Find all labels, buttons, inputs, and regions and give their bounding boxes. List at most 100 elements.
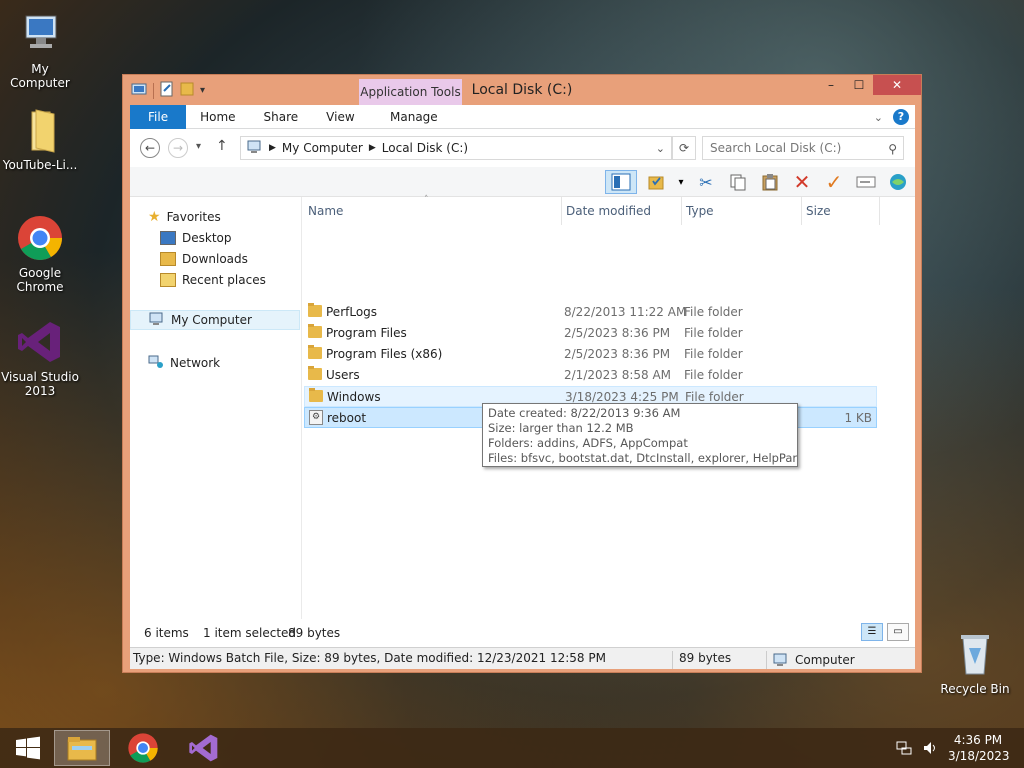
file-size: 1 KB <box>844 411 872 425</box>
system-tray: 4:36 PM 3/18/2023 <box>824 728 1024 768</box>
start-button[interactable] <box>0 730 56 766</box>
back-button[interactable]: ← <box>140 138 160 158</box>
tab-share[interactable]: Share <box>250 105 313 129</box>
address-box[interactable]: ▶ My Computer ▶ Local Disk (C:) ⌄ <box>240 136 672 160</box>
desktop-icon-youtube-folder[interactable]: YouTube-Li... <box>0 106 80 172</box>
expand-ribbon-chevron-icon[interactable]: ⌄ <box>874 111 883 124</box>
rename-icon[interactable] <box>853 170 879 194</box>
copy-icon[interactable] <box>725 170 751 194</box>
address-dropdown-icon[interactable]: ⌄ <box>656 142 665 155</box>
maximize-button[interactable]: ☐ <box>845 75 873 95</box>
nav-favorites[interactable]: ★ Favorites <box>148 207 221 227</box>
large-icons-view-icon[interactable]: ▭ <box>887 623 909 641</box>
file-date: 2/5/2023 8:36 PM <box>564 347 671 361</box>
folder-icon <box>308 324 322 338</box>
file-list-pane: ˄ Name Date modified Type Size PerfLogs … <box>304 195 915 619</box>
nav-downloads[interactable]: Downloads <box>160 249 248 269</box>
clock[interactable]: 4:36 PM 3/18/2023 <box>948 732 1010 764</box>
status-bar: 6 items 1 item selected 89 bytes ☰ ▭ <box>130 619 915 647</box>
properties-checkmark-folder-icon[interactable] <box>643 170 669 194</box>
tab-home[interactable]: Home <box>186 105 249 129</box>
window-title: Local Disk (C:) <box>471 82 573 98</box>
nav-my-computer[interactable]: My Computer <box>130 310 300 330</box>
column-header-size[interactable]: Size <box>802 197 880 225</box>
nav-desktop[interactable]: Desktop <box>160 228 232 248</box>
folder-icon <box>308 303 322 317</box>
taskbar-file-explorer[interactable] <box>54 730 110 766</box>
command-toolbar: ▾ ✂ ✕ ✓ <box>130 167 915 197</box>
ribbon-right-controls: ⌄ ? <box>874 109 909 125</box>
forward-button[interactable]: → <box>168 138 188 158</box>
title-bar[interactable]: ▾ Application Tools Local Disk (C:) – ☐ … <box>123 75 921 105</box>
refresh-button[interactable]: ⟳ <box>672 136 696 160</box>
location-label: Computer <box>795 653 855 667</box>
explorer-window[interactable]: ▾ Application Tools Local Disk (C:) – ☐ … <box>122 74 922 673</box>
file-name: PerfLogs <box>326 305 378 319</box>
computer-small-icon <box>247 140 263 157</box>
desktop-icon-label: Recycle Bin <box>940 682 1010 696</box>
ribbon-tabs: File Home Share View Manage ⌄ ? <box>130 104 915 129</box>
globe-icon[interactable] <box>885 170 911 194</box>
file-row[interactable]: Program Files 2/5/2023 8:36 PM File fold… <box>304 323 877 344</box>
breadcrumb-separator-icon[interactable]: ▶ <box>369 143 376 153</box>
file-type: File folder <box>684 347 743 361</box>
file-row[interactable]: PerfLogs 8/22/2013 11:22 AM File folder <box>304 302 877 323</box>
breadcrumb-local-disk[interactable]: Local Disk (C:) <box>382 141 468 155</box>
breadcrumb-separator-icon[interactable]: ▶ <box>269 143 276 153</box>
help-icon[interactable]: ? <box>893 109 909 125</box>
clock-time: 4:36 PM <box>953 733 1003 747</box>
column-header-date-modified[interactable]: Date modified <box>562 197 682 225</box>
details-location: Computer <box>766 651 855 669</box>
desktop-icon-google-chrome[interactable]: Google Chrome <box>0 214 80 294</box>
toolbar-icons: ▾ ✂ ✕ ✓ <box>605 170 911 194</box>
delete-icon[interactable]: ✕ <box>789 170 815 194</box>
taskbar-visual-studio[interactable] <box>176 730 232 766</box>
computer-icon <box>16 10 64 58</box>
clock-date: 3/18/2023 <box>948 749 1010 763</box>
folder-icon <box>308 345 322 359</box>
tab-manage[interactable]: Manage <box>376 105 452 129</box>
search-icon: ⚲ <box>888 142 897 156</box>
folder-icon <box>308 366 322 380</box>
tab-view[interactable]: View <box>312 105 368 129</box>
minimize-button[interactable]: – <box>817 75 845 95</box>
folder-icon <box>309 388 323 402</box>
status-selected: 1 item selected <box>203 626 297 640</box>
taskbar-chrome[interactable] <box>115 730 171 766</box>
file-row[interactable]: Program Files (x86) 2/5/2023 8:36 PM Fil… <box>304 344 877 365</box>
up-arrow-icon[interactable]: ↑ <box>216 138 228 154</box>
column-header-type[interactable]: Type <box>682 197 802 225</box>
recent-locations-chevron-icon[interactable]: ▾ <box>196 141 201 152</box>
file-name: Program Files <box>326 326 407 340</box>
file-name: Windows <box>327 390 381 404</box>
file-date: 8/22/2013 11:22 AM <box>564 305 687 319</box>
details-view-icon[interactable]: ☰ <box>861 623 883 641</box>
column-header-name[interactable]: Name <box>304 197 562 225</box>
file-date: 2/1/2023 8:58 AM <box>564 368 672 382</box>
desktop-icon-recycle-bin[interactable]: Recycle Bin <box>935 630 1015 696</box>
volume-icon[interactable] <box>922 740 938 759</box>
batch-file-icon: ⚙ <box>309 410 323 425</box>
network-icon <box>148 355 164 372</box>
preview-pane-icon[interactable] <box>605 170 637 194</box>
file-type: File folder <box>685 390 744 404</box>
explorer-content: ★ Favorites Desktop Downloads Recent pla… <box>130 195 915 619</box>
desktop-icon-visual-studio[interactable]: Visual Studio 2013 <box>0 318 80 398</box>
cut-icon[interactable]: ✂ <box>693 170 719 194</box>
desktop-icon-label: Google Chrome <box>16 266 64 294</box>
close-button[interactable]: ✕ <box>873 75 921 95</box>
downloads-icon <box>160 252 176 266</box>
dropdown-chevron-icon[interactable]: ▾ <box>675 170 687 194</box>
paste-icon[interactable] <box>757 170 783 194</box>
visual-studio-icon <box>16 318 64 366</box>
nav-recent-places[interactable]: Recent places <box>160 270 266 290</box>
breadcrumb-my-computer[interactable]: My Computer <box>282 141 363 155</box>
network-tray-icon[interactable] <box>896 740 912 759</box>
tooltip-date-created: Date created: 8/22/2013 9:36 AM <box>488 406 681 420</box>
search-input[interactable]: Search Local Disk (C:) ⚲ <box>702 136 904 160</box>
desktop-icon-my-computer[interactable]: My Computer <box>0 10 80 90</box>
nav-network[interactable]: Network <box>148 353 220 373</box>
tab-file[interactable]: File <box>130 104 187 129</box>
checkmark-icon[interactable]: ✓ <box>821 170 847 194</box>
file-row[interactable]: Users 2/1/2023 8:58 AM File folder <box>304 365 877 386</box>
